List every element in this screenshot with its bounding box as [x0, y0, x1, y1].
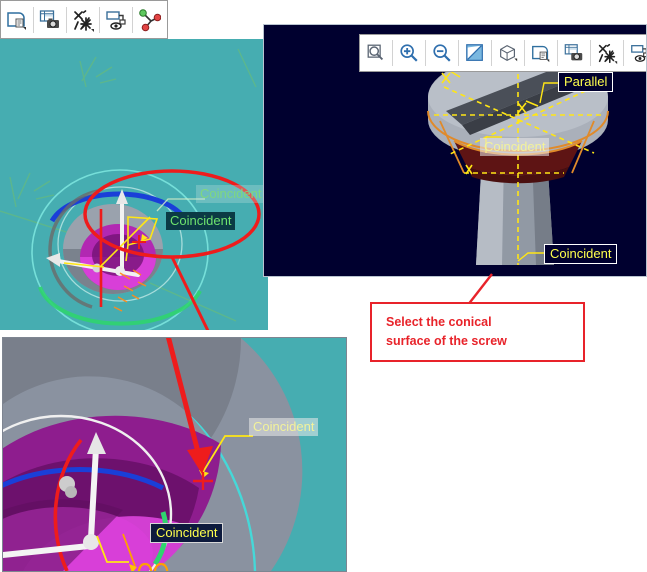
top-right-toolbar[interactable]	[359, 34, 646, 72]
constraint-label-coincident-ghost: Coincident	[480, 138, 550, 156]
zoom-window-icon[interactable]	[360, 38, 392, 68]
section-view-icon[interactable]	[459, 38, 491, 68]
constraint-label-parallel[interactable]: Parallel	[558, 72, 614, 92]
instruction-callout: Select the conical surface of the screw	[370, 302, 585, 362]
constraint-label-coincident-ghost: Coincident	[196, 185, 266, 203]
constraint-label-coincident-bottom[interactable]: Coincident	[150, 523, 224, 543]
relations-icon[interactable]	[133, 5, 165, 35]
constraints-visibility-icon[interactable]	[67, 5, 99, 35]
camera-capture-icon[interactable]	[558, 38, 590, 68]
constraint-label-coincident[interactable]: Coincident	[544, 244, 618, 264]
new-sketch-icon[interactable]	[525, 38, 557, 68]
top-left-viewport[interactable]: Coincident Coincident	[0, 39, 268, 330]
callout-line-1: Select the conical	[386, 315, 492, 329]
camera-capture-icon[interactable]	[34, 5, 66, 35]
zoom-in-icon[interactable]	[393, 38, 425, 68]
callout-line-2: surface of the screw	[386, 334, 507, 348]
constraint-label-coincident[interactable]: Coincident	[166, 212, 236, 230]
top-right-viewport[interactable]: Parallel Coincident Coincident	[263, 24, 647, 277]
constraint-label-coincident-ghost: Coincident	[249, 418, 319, 436]
top-left-toolbar[interactable]	[0, 0, 168, 39]
display-mode-icon[interactable]	[624, 38, 646, 68]
constraints-visibility-icon[interactable]	[591, 38, 623, 68]
zoom-out-icon[interactable]	[426, 38, 458, 68]
new-sketch-icon[interactable]	[1, 5, 33, 35]
display-mode-icon[interactable]	[100, 5, 132, 35]
shaded-box-icon[interactable]	[492, 38, 524, 68]
